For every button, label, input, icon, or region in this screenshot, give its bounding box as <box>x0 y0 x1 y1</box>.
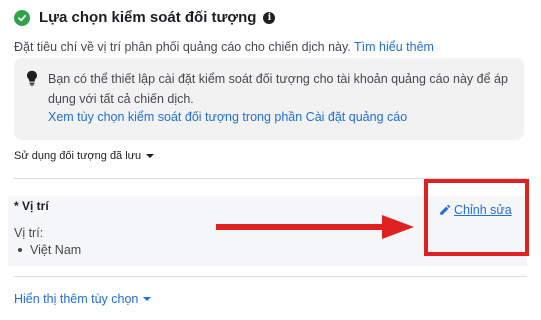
notice-text: Bạn có thể thiết lập cài đặt kiểm soát đ… <box>48 72 508 106</box>
show-more-options-button[interactable]: Hiển thị thêm tùy chọn <box>14 292 152 306</box>
info-icon[interactable]: i <box>263 11 276 24</box>
check-circle-icon <box>14 9 30 26</box>
learn-more-link[interactable]: Tìm hiểu thêm <box>354 40 434 54</box>
ad-settings-link[interactable]: Xem tùy chọn kiểm soát đối tượng trong p… <box>48 110 407 124</box>
highlight-box <box>424 179 529 256</box>
show-more-options-label: Hiển thị thêm tùy chọn <box>14 292 139 306</box>
subtitle-text: Đặt tiêu chí về vị trí phân phối quảng c… <box>14 40 355 54</box>
red-arrow <box>216 215 414 239</box>
location-list-item: Việt Nam <box>14 243 81 257</box>
lightbulb-icon <box>26 70 38 86</box>
saved-audience-label: Sử dụng đối tượng đã lưu <box>14 150 142 162</box>
location-label: Vị trí: <box>14 226 44 240</box>
section-header: Lựa chọn kiểm soát đối tượng i <box>14 9 276 26</box>
caret-down-icon <box>146 154 155 158</box>
location-header: * Vị trí <box>14 199 49 213</box>
section-title: Lựa chọn kiểm soát đối tượng <box>39 9 257 26</box>
location-value: Việt Nam <box>30 243 82 257</box>
saved-audience-dropdown[interactable]: Sử dụng đối tượng đã lưu <box>14 150 155 162</box>
chevron-down-icon <box>143 297 152 301</box>
section-subtitle: Đặt tiêu chí về vị trí phân phối quảng c… <box>14 40 434 54</box>
bullet <box>18 248 22 252</box>
divider <box>14 276 527 277</box>
account-settings-notice: Bạn có thể thiết lập cài đặt kiểm soát đ… <box>14 58 524 140</box>
